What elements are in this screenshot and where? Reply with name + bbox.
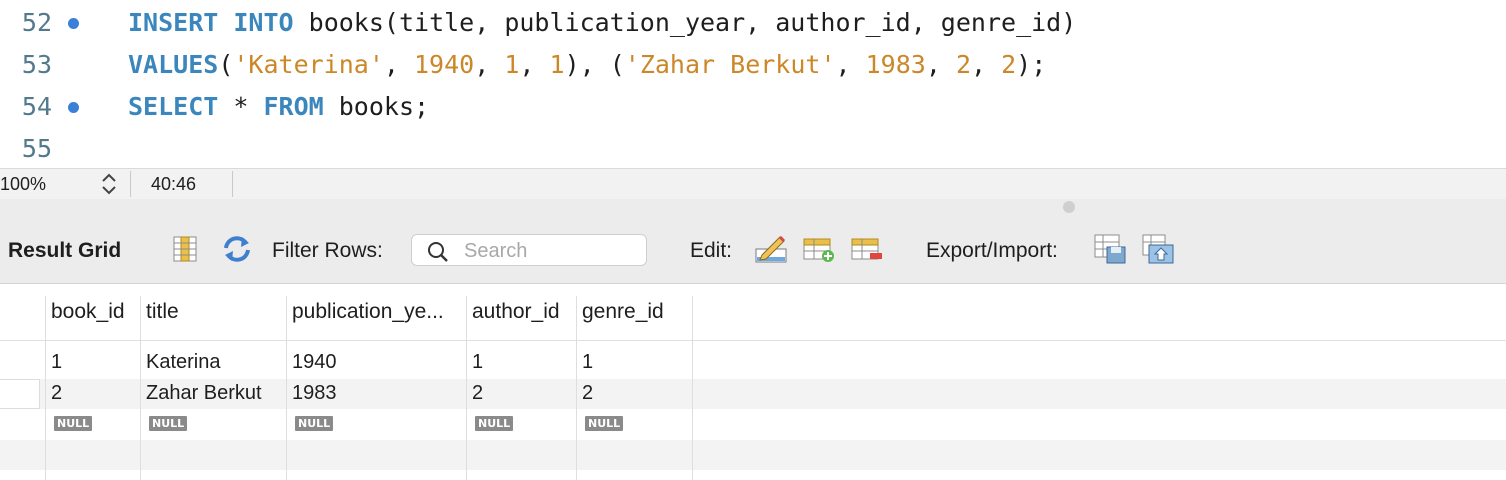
delete-row-icon[interactable] — [850, 233, 884, 265]
column-divider — [692, 296, 693, 480]
editor-line-54[interactable]: 54 SELECT * FROM books; — [0, 85, 1506, 127]
null-badge[interactable]: NULL — [149, 416, 188, 431]
code-text: VALUES('Katerina', 1940, 1, 1), ('Zahar … — [128, 50, 1047, 79]
column-header-genre-id[interactable]: genre_id — [582, 300, 690, 324]
editor-line-53[interactable]: 53 VALUES('Katerina', 1940, 1, 1), ('Zah… — [0, 43, 1506, 85]
result-toolbar: Result Grid Filter Rows: Search Edit: Ex… — [0, 199, 1506, 284]
edit-label: Edit: — [690, 239, 733, 262]
cell-genre-id[interactable]: 2 — [582, 382, 593, 405]
filter-rows-label: Filter Rows: — [272, 239, 383, 262]
cell-genre-id[interactable]: 1 — [582, 351, 593, 374]
cursor-position: 40:46 — [151, 174, 197, 194]
row-selector[interactable] — [0, 379, 40, 409]
column-header-book-id[interactable]: book_id — [51, 300, 139, 324]
search-icon — [428, 242, 448, 262]
resize-handle[interactable] — [1063, 201, 1075, 213]
column-header-publication-year[interactable]: publication_ye... — [292, 300, 466, 324]
editor-status-bar: 100% 40:46 — [0, 168, 1506, 200]
zoom-stepper-icon[interactable] — [100, 172, 118, 196]
table-row[interactable]: 1 Katerina 1940 1 1 — [0, 348, 1506, 378]
code-text: INSERT INTO books(title, publication_yea… — [128, 8, 1077, 37]
null-badge[interactable]: NULL — [295, 416, 334, 431]
column-divider — [286, 296, 287, 480]
null-badge[interactable]: NULL — [585, 416, 624, 431]
result-grid[interactable]: book_id title publication_ye... author_i… — [0, 284, 1506, 480]
add-row-icon[interactable] — [802, 233, 836, 265]
sql-editor[interactable]: 52 INSERT INTO books(title, publication_… — [0, 0, 1506, 168]
zoom-level[interactable]: 100% — [0, 174, 46, 195]
line-number: 52 — [21, 8, 52, 37]
cell-publication-year[interactable]: 1983 — [292, 382, 337, 405]
editor-line-55[interactable]: 55 — [0, 127, 1506, 169]
search-placeholder: Search — [464, 240, 528, 262]
export-import-label: Export/Import: — [926, 239, 1058, 262]
filter-search-input[interactable]: Search — [411, 234, 647, 266]
editor-line-52[interactable]: 52 INSERT INTO books(title, publication_… — [0, 1, 1506, 43]
line-number: 53 — [21, 50, 52, 79]
column-toggle-icon[interactable] — [170, 233, 204, 265]
statement-marker-icon — [68, 18, 79, 29]
divider — [130, 171, 131, 197]
statement-marker-icon — [68, 102, 79, 113]
cell-book-id[interactable]: 2 — [51, 382, 62, 405]
edit-cell-icon[interactable] — [754, 233, 788, 265]
empty-row — [0, 440, 1506, 470]
export-icon[interactable] — [1093, 233, 1127, 265]
cell-publication-year[interactable]: 1940 — [292, 351, 337, 374]
new-row[interactable]: NULL NULL NULL NULL NULL — [0, 409, 1506, 439]
cell-book-id[interactable]: 1 — [51, 351, 62, 374]
column-divider — [466, 296, 467, 480]
column-divider — [45, 296, 46, 480]
table-row[interactable]: 2 Zahar Berkut 1983 2 2 — [0, 379, 1506, 409]
cell-title[interactable]: Zahar Berkut — [146, 382, 262, 405]
import-icon[interactable] — [1141, 233, 1175, 265]
column-divider — [576, 296, 577, 480]
cell-author-id[interactable]: 2 — [472, 382, 483, 405]
cell-title[interactable]: Katerina — [146, 351, 221, 374]
column-header-author-id[interactable]: author_id — [472, 300, 576, 324]
result-grid-label: Result Grid — [8, 239, 122, 262]
cell-author-id[interactable]: 1 — [472, 351, 483, 374]
null-badge[interactable]: NULL — [54, 416, 93, 431]
refresh-icon[interactable] — [220, 233, 254, 265]
line-number: 55 — [21, 134, 52, 163]
divider — [232, 171, 233, 197]
null-badge[interactable]: NULL — [475, 416, 514, 431]
line-number: 54 — [21, 92, 52, 121]
column-header-title[interactable]: title — [146, 300, 284, 324]
grid-header: book_id title publication_ye... author_i… — [0, 284, 1506, 341]
column-divider — [140, 296, 141, 480]
code-text: SELECT * FROM books; — [128, 92, 430, 121]
